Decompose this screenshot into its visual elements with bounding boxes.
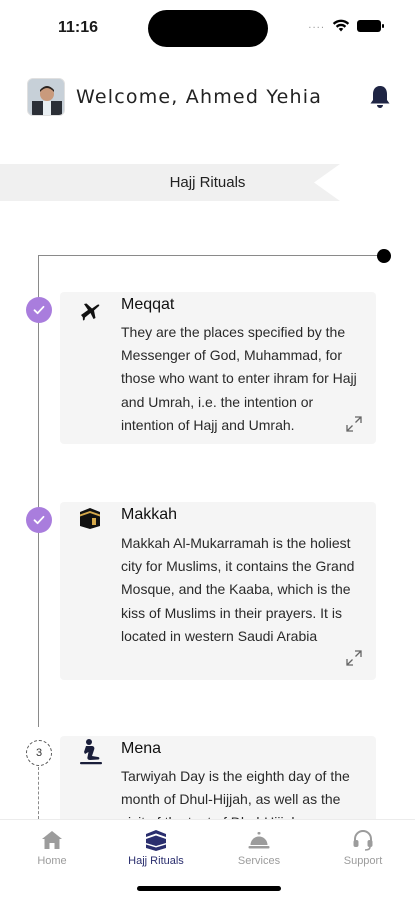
- nav-label: Home: [37, 855, 67, 867]
- ritual-title: Mena: [121, 740, 162, 757]
- ritual-title: Makkah: [121, 506, 178, 523]
- kaaba-icon: [146, 830, 166, 851]
- step-completed-check-icon: [26, 297, 52, 323]
- nav-support[interactable]: Support: [318, 828, 408, 867]
- page-title: Hajj Rituals: [169, 174, 246, 191]
- nav-label: Services: [237, 855, 281, 867]
- home-indicator: [137, 886, 281, 891]
- headset-icon: [353, 830, 373, 851]
- ritual-description: Tarwiyah Day is the eighth day of the mo…: [121, 768, 350, 819]
- home-icon: [42, 831, 62, 849]
- nav-hajj-rituals[interactable]: Hajj Rituals: [111, 828, 201, 867]
- status-icons: ....: [308, 19, 384, 32]
- timeline-end-dot: [377, 249, 391, 263]
- ritual-title: Meqqat: [121, 296, 175, 313]
- expand-icon[interactable]: [345, 649, 363, 667]
- signal-dots: ....: [308, 20, 325, 31]
- kaaba-icon: [80, 508, 100, 529]
- bell-icon[interactable]: [369, 84, 391, 110]
- nav-services[interactable]: Services: [214, 828, 304, 867]
- battery-icon: [357, 19, 384, 32]
- timeline-line: [38, 255, 39, 727]
- avatar[interactable]: [27, 78, 65, 116]
- praying-person-icon: [80, 739, 102, 765]
- nav-label: Hajj Rituals: [128, 855, 184, 867]
- status-bar: 11:16 ....: [0, 0, 415, 56]
- timeline-dashed-line: [38, 767, 39, 819]
- dynamic-island: [148, 10, 268, 47]
- step-completed-check-icon: [26, 507, 52, 533]
- ritual-description: Makkah Al-Mukarramah is the holiest city…: [121, 535, 355, 644]
- airplane-icon: [81, 303, 100, 321]
- welcome-text: Welcome, Ahmed Yehia: [76, 86, 323, 108]
- status-time: 11:16: [58, 19, 99, 36]
- app-header: Welcome, Ahmed Yehia: [0, 72, 415, 122]
- expand-icon[interactable]: [345, 415, 363, 433]
- nav-home[interactable]: Home: [7, 828, 97, 867]
- service-bell-icon: [248, 832, 270, 849]
- wifi-icon: [332, 19, 350, 32]
- step-number-badge: 3: [26, 740, 52, 766]
- timeline-top-line: [38, 255, 384, 256]
- nav-label: Support: [343, 855, 383, 867]
- user-avatar-icon: [28, 79, 64, 115]
- ritual-description: They are the places specified by the Mes…: [121, 324, 357, 433]
